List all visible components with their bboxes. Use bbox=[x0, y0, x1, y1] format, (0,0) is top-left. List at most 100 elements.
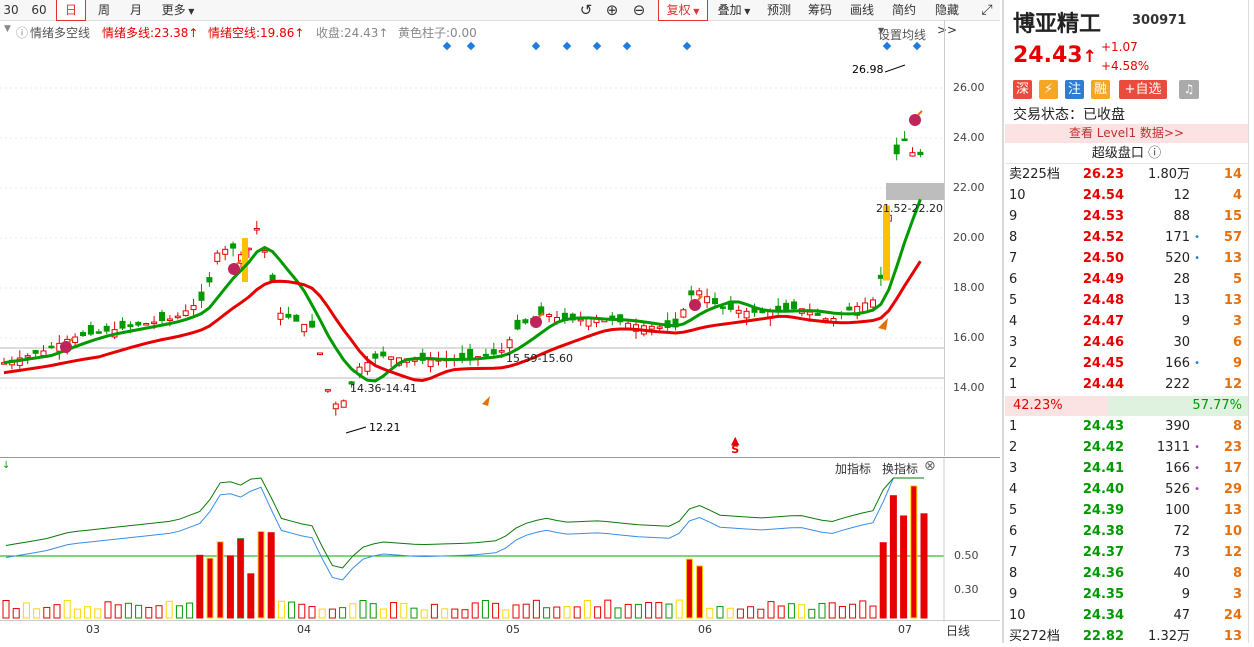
candle-body bbox=[87, 325, 94, 335]
volume-bar bbox=[33, 608, 41, 619]
add-watchlist-button[interactable]: +自选 bbox=[1119, 80, 1167, 99]
simple-mode-button[interactable]: 简约 bbox=[887, 0, 921, 20]
candle-body bbox=[696, 290, 703, 296]
sell-order-row[interactable]: 2 24.45 166 • 9 bbox=[1005, 353, 1248, 374]
sell-summary-row[interactable]: 卖225档 26.23 1.80万 14 bbox=[1005, 164, 1248, 185]
buy-order-vol: 72 bbox=[1173, 524, 1190, 539]
fullscreen-icon[interactable]: ⤢ bbox=[976, 0, 998, 20]
buy-order-price: 24.37 bbox=[1082, 545, 1124, 560]
volume-bar bbox=[53, 604, 61, 619]
sub-indicator-chart[interactable] bbox=[0, 458, 1000, 622]
forecast-button[interactable]: 预测 bbox=[762, 0, 796, 20]
kline-chart[interactable] bbox=[0, 20, 1000, 456]
buy-order-row[interactable]: 1 24.43 390 8 bbox=[1005, 416, 1248, 437]
close-icon[interactable]: ⊗ bbox=[924, 458, 936, 474]
undo-icon[interactable]: ↺ bbox=[575, 0, 597, 20]
volume-bar bbox=[655, 602, 663, 619]
adjust-right-label: 复权 bbox=[666, 3, 691, 17]
diamond-marker bbox=[531, 41, 541, 51]
candle-body bbox=[712, 298, 718, 305]
buy-order-row[interactable]: 9 24.35 9 3 bbox=[1005, 584, 1248, 605]
buy-order-row[interactable]: 2 24.42 1311 • 23 bbox=[1005, 437, 1248, 458]
candle-body bbox=[680, 309, 687, 318]
buy-order-row[interactable]: 10 24.34 47 24 bbox=[1005, 605, 1248, 626]
sell-order-count: 9 bbox=[1232, 356, 1242, 371]
candle-body bbox=[901, 138, 908, 142]
draw-line-button[interactable]: 画线 bbox=[845, 0, 879, 20]
sell-order-price: 24.53 bbox=[1082, 209, 1124, 224]
buy-order-row[interactable]: 4 24.40 526 • 29 bbox=[1005, 479, 1248, 500]
candle-body bbox=[546, 314, 553, 317]
buy-order-count: 29 bbox=[1223, 482, 1242, 497]
market-sz-badge[interactable]: 深 bbox=[1013, 80, 1032, 99]
sell-order-row[interactable]: 1 24.44 222 12 bbox=[1005, 374, 1248, 395]
volume-bar bbox=[828, 602, 836, 619]
buy-order-row[interactable]: 3 24.41 166 • 17 bbox=[1005, 458, 1248, 479]
volume-bar bbox=[349, 603, 357, 619]
buy-order-vol: 390 bbox=[1165, 419, 1190, 434]
buy-order-row[interactable]: 5 24.39 100 13 bbox=[1005, 500, 1248, 521]
side-scroll-strip[interactable] bbox=[1248, 0, 1254, 643]
margin-badge[interactable]: 融 bbox=[1091, 80, 1110, 99]
registration-badge[interactable]: 注 bbox=[1065, 80, 1084, 99]
switch-indicator-button[interactable]: 换指标 bbox=[882, 460, 918, 477]
level1-link[interactable]: 查看 Level1 数据>> bbox=[1005, 124, 1248, 143]
lightning-icon[interactable]: ⚡ bbox=[1039, 80, 1058, 99]
bell-icon[interactable]: ♫ bbox=[1179, 80, 1199, 99]
candle-body bbox=[522, 319, 529, 324]
y-axis: 26.00 24.00 22.00 20.00 18.00 16.00 14.0… bbox=[944, 20, 1001, 456]
buy-order-count: 8 bbox=[1232, 566, 1242, 581]
price-value: 24.43 bbox=[1013, 43, 1083, 68]
volume-bar bbox=[665, 603, 673, 619]
candle-body bbox=[182, 310, 189, 316]
volume-bar bbox=[553, 606, 561, 619]
sell-order-vol: 222 bbox=[1165, 377, 1190, 392]
sell-order-price: 24.49 bbox=[1082, 272, 1124, 287]
y-tick: 22.00 bbox=[953, 181, 985, 194]
volume-bar bbox=[767, 601, 775, 619]
more-periods-button[interactable]: 更多 ▼ bbox=[156, 0, 200, 20]
buy-order-row[interactable]: 8 24.36 40 8 bbox=[1005, 563, 1248, 584]
sell-order-row[interactable]: 4 24.47 9 3 bbox=[1005, 311, 1248, 332]
range-label: 21.52-22.20 bbox=[876, 202, 943, 215]
sell-order-row[interactable]: 6 24.49 28 5 bbox=[1005, 269, 1248, 290]
buy-order-row[interactable]: 6 24.38 72 10 bbox=[1005, 521, 1248, 542]
volume-bar bbox=[430, 603, 438, 619]
price-change: +1.07 bbox=[1101, 40, 1138, 54]
sell-summary-price: 26.23 bbox=[1082, 167, 1124, 182]
volume-bar bbox=[2, 600, 10, 619]
sell-order-row[interactable]: 7 24.50 520 • 13 bbox=[1005, 248, 1248, 269]
period-30-button[interactable]: 30 bbox=[0, 0, 22, 20]
zoom-in-icon[interactable]: ⊕ bbox=[601, 0, 623, 20]
sell-order-row[interactable]: 10 24.54 12 4 bbox=[1005, 185, 1248, 206]
candle-body bbox=[166, 318, 173, 321]
buy-order-row[interactable]: 7 24.37 73 12 bbox=[1005, 542, 1248, 563]
adjust-right-button[interactable]: 复权 ▼ bbox=[658, 0, 708, 21]
candle-body bbox=[814, 312, 821, 316]
zoom-out-icon[interactable]: ⊖ bbox=[628, 0, 650, 20]
candle-body bbox=[783, 302, 790, 311]
sub-caret-icon[interactable]: ↓ bbox=[2, 460, 10, 471]
period-60-button[interactable]: 60 bbox=[26, 0, 52, 20]
add-indicator-button[interactable]: 加指标 bbox=[835, 460, 871, 477]
sell-order-row[interactable]: 9 24.53 88 15 bbox=[1005, 206, 1248, 227]
buy-summary-count: 13 bbox=[1223, 629, 1242, 644]
period-day-button[interactable]: 日 bbox=[56, 0, 86, 21]
buy-summary-row[interactable]: 买272档 22.82 1.32万 13 bbox=[1005, 626, 1248, 647]
period-label[interactable]: 日线 bbox=[946, 622, 970, 639]
overlay-button[interactable]: 叠加 ▼ bbox=[712, 0, 756, 20]
signal-s-marker[interactable]: ▲ S bbox=[731, 435, 739, 455]
period-month-button[interactable]: 月 bbox=[122, 0, 150, 20]
y-tick: 24.00 bbox=[953, 131, 985, 144]
chips-button[interactable]: 筹码 bbox=[803, 0, 837, 20]
hide-panel-button[interactable]: 隐藏>> bbox=[925, 0, 969, 37]
buy-order-price: 24.40 bbox=[1082, 482, 1124, 497]
sell-order-row[interactable]: 3 24.46 30 6 bbox=[1005, 332, 1248, 353]
candle-body bbox=[577, 318, 584, 322]
sell-order-row[interactable]: 5 24.48 13 13 bbox=[1005, 290, 1248, 311]
info-icon[interactable]: ⓘ bbox=[1148, 146, 1161, 161]
sell-order-row[interactable]: 8 24.52 171 • 57 bbox=[1005, 227, 1248, 248]
period-week-button[interactable]: 周 bbox=[90, 0, 118, 20]
candle-body bbox=[32, 350, 39, 354]
overlay-label: 叠加 bbox=[717, 3, 742, 17]
